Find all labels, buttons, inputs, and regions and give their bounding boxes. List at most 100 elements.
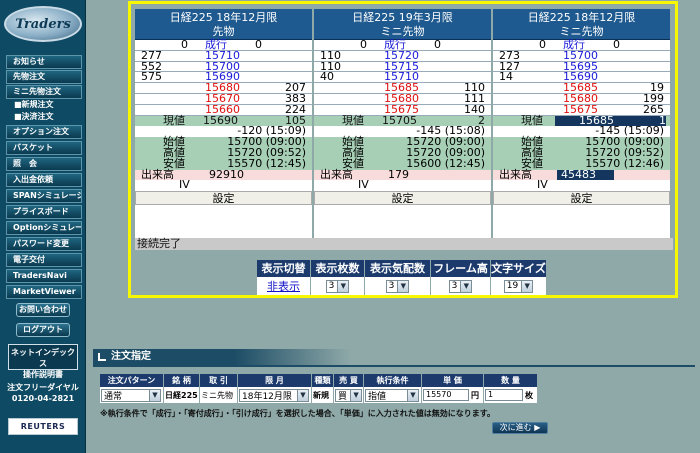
settings-button[interactable]: 設定: [314, 191, 491, 206]
reuters-logo[interactable]: REUTERS: [8, 418, 78, 435]
sidebar-subitem-close-order[interactable]: ■決済注文: [14, 111, 82, 123]
order-header-price: 単 価: [422, 374, 484, 387]
sidebar-item-news[interactable]: お知らせ: [6, 55, 82, 69]
sidebar-item-basket[interactable]: バスケット: [6, 141, 82, 155]
settings-button[interactable]: 設定: [135, 191, 312, 206]
iv-row: IV: [314, 178, 491, 192]
ctrl-header-quote-depth: 表示気配数: [365, 260, 431, 277]
market-left-qty: 0: [539, 38, 546, 51]
price-unit: 円: [471, 390, 479, 400]
next-button[interactable]: 次に進む ▶: [492, 422, 548, 434]
current-price: 15705: [382, 113, 417, 127]
sidebar-item-password-change[interactable]: パスワード変更: [6, 237, 82, 251]
sidebar: Traders お知らせ 先物注文 ミニ先物注文 ■新規注文 ■決済注文 オプシ…: [0, 0, 86, 453]
current-label: 現値: [163, 113, 185, 127]
sidebar-item-futures-order[interactable]: 先物注文: [6, 70, 82, 84]
sidebar-item-market-viewer[interactable]: MarketViewer: [6, 285, 82, 299]
chevron-down-icon: ▼: [350, 389, 362, 401]
font-size-select[interactable]: 19 ▼: [503, 279, 534, 293]
low-value: 15600 (12:45): [406, 156, 485, 170]
traders-logo[interactable]: Traders: [4, 6, 82, 42]
play-icon: ▶: [534, 423, 541, 432]
order-kind: 新規: [312, 387, 334, 403]
dial-label: 注文フリーダイヤル: [7, 383, 79, 392]
display-controls: 表示切替 表示枚数 表示気配数 フレーム高 文字サイズ 非表示 3 ▼ 3 ▼ 3 ▼…: [257, 260, 547, 295]
board-title: 日経225 18年12月限: [169, 11, 278, 24]
market-right-qty: 0: [255, 38, 262, 51]
market-right-qty: 0: [613, 38, 620, 51]
iv-row: IV: [135, 179, 312, 191]
sidebar-item-mini-futures-order[interactable]: ミニ先物注文: [6, 85, 82, 99]
sidebar-item-inquiry[interactable]: 照 会: [6, 157, 82, 171]
iv-label: IV: [537, 178, 548, 192]
manual-line1: ネットインデックス: [11, 348, 75, 368]
order-condition-select[interactable]: 指値 ▼: [365, 388, 419, 402]
order-qty-input[interactable]: 1: [485, 389, 523, 401]
sidebar-item-option-simulator[interactable]: Optionシミュレーター: [6, 221, 82, 235]
order-header-pattern: 注文パターン: [100, 374, 164, 387]
frame-height-select[interactable]: 3 ▼: [448, 279, 473, 293]
iv-label: IV: [358, 178, 369, 192]
ask-qty: 40: [320, 70, 334, 84]
order-pattern-value: 通常: [104, 391, 123, 402]
manual-link[interactable]: ネットインデックス 操作説明書: [8, 344, 78, 379]
board-subtitle: ミニ先物: [559, 25, 604, 38]
order-header-symbol: 銘 柄: [164, 374, 200, 387]
hide-link[interactable]: 非表示: [267, 278, 300, 294]
board-title: 日経225 18年12月限: [527, 11, 636, 24]
quote-board-2: 日経225 19年3月限 ミニ先物 0 成行 0 110 15720 110 15715 40 15…: [314, 9, 491, 238]
board-subtitle: ミニ先物: [380, 25, 425, 38]
quote-depth-value: 3: [388, 281, 395, 291]
order-panel: 注文指定 注文パターン 銘 柄 取 引 限 月 種類 売 買 執行条件 単 価 …: [88, 346, 700, 453]
order-dial: 注文フリーダイヤル 0120-04-2821: [4, 382, 82, 404]
market-left-qty: 0: [360, 38, 367, 51]
current-label: 現値: [521, 113, 543, 127]
volume-label: 出来高: [141, 167, 174, 181]
sidebar-item-price-board[interactable]: プライスボード: [6, 205, 82, 219]
sidebar-item-deposit-request[interactable]: 入出金依頼: [6, 173, 82, 187]
order-title: 注文指定: [111, 351, 151, 362]
current-price: 15690: [203, 113, 238, 127]
low-value: 15570 (12:46): [585, 156, 664, 170]
ctrl-header-count: 表示枚数: [311, 260, 365, 277]
volume-label: 出来高: [320, 167, 353, 181]
chevron-down-icon: ▼: [397, 280, 409, 292]
market-left-qty: 0: [181, 38, 188, 51]
sidebar-item-option-order[interactable]: オプション注文: [6, 125, 82, 139]
display-count-select[interactable]: 3 ▼: [325, 279, 350, 293]
sidebar-subitem-new-order[interactable]: ■新規注文: [14, 99, 82, 111]
order-header-kind: 種類: [312, 374, 334, 387]
sidebar-item-traders-navi[interactable]: TradersNavi: [6, 269, 82, 283]
order-title-divider: [93, 365, 695, 367]
volume-value: 45483: [557, 169, 614, 181]
ask-qty: 14: [499, 70, 513, 84]
order-trade: ミニ先物: [200, 387, 238, 403]
chevron-down-icon: ▼: [297, 389, 308, 401]
board-header: 日経225 18年12月限 ミニ先物: [493, 9, 670, 40]
order-month-select[interactable]: 18年12月限 ▼: [239, 388, 309, 402]
order-header-side: 売 買: [334, 374, 364, 387]
ctrl-header-font-size: 文字サイズ: [491, 260, 547, 277]
connection-status: 接続完了: [135, 238, 673, 250]
next-label: 次に進む: [499, 423, 532, 432]
order-price-input[interactable]: 15570: [423, 389, 469, 401]
logo-text: Traders: [15, 17, 71, 32]
quote-depth-select[interactable]: 3 ▼: [385, 279, 410, 293]
order-month-value: 18年12月限: [242, 391, 292, 402]
board-title: 日経225 19年3月限: [352, 11, 453, 24]
ctrl-header-toggle: 表示切替: [257, 260, 311, 277]
ask-qty: 575: [141, 70, 162, 84]
iv-row: IV: [493, 178, 670, 192]
order-pattern-select[interactable]: 通常 ▼: [101, 388, 161, 402]
sidebar-item-e-delivery[interactable]: 電子交付: [6, 253, 82, 267]
sidebar-item-span-simulation[interactable]: SPANシミュレーション: [6, 189, 82, 203]
order-header-month: 限 月: [238, 374, 312, 387]
logout-button[interactable]: ログアウト: [16, 323, 70, 337]
chevron-down-icon: ▼: [460, 280, 472, 292]
settings-button[interactable]: 設定: [493, 191, 670, 206]
ctrl-header-frame-height: フレーム高: [431, 260, 491, 277]
quote-board-3: 日経225 18年12月限 ミニ先物 0 成行 0 273 15700 127 15695 14 1…: [493, 9, 670, 238]
order-side-select[interactable]: 買 ▼: [335, 388, 363, 402]
contact-button[interactable]: お問い合わせ: [16, 303, 70, 317]
order-header-qty: 数 量: [484, 374, 538, 387]
